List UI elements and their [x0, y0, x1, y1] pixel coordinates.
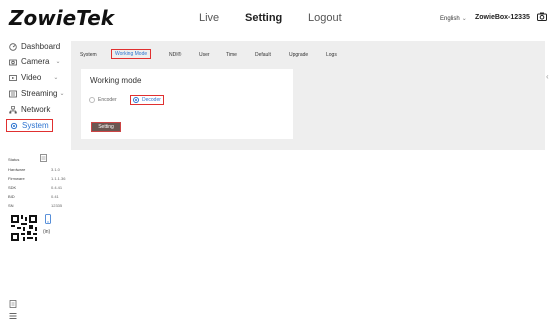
chevron-down-icon: ⌄ — [53, 75, 59, 81]
nav-setting[interactable]: Setting — [245, 12, 282, 24]
info-key: Firmware — [8, 176, 25, 181]
mobile-phone-icon[interactable] — [45, 214, 51, 224]
top-bar: ZowieTek Live Setting Logout English ⌄ Zo… — [0, 0, 554, 37]
info-key: SDK — [8, 185, 17, 190]
sidebar-item-label: Network — [21, 105, 51, 114]
tab-system[interactable]: System — [80, 52, 97, 58]
tab-logs[interactable]: Logs — [326, 52, 337, 58]
radio-decoder[interactable]: Decoder — [130, 95, 164, 105]
tab-time[interactable]: Time — [226, 52, 237, 58]
info-row-bid: BID 0.41 — [8, 194, 59, 199]
video-icon — [9, 74, 17, 81]
info-value: 0.4.41 — [51, 185, 63, 190]
camera-icon — [9, 59, 17, 65]
app-root: ZowieTek Live Setting Logout English ⌄ Zo… — [0, 0, 554, 324]
status-label: Status — [8, 157, 19, 162]
dashboard-icon — [9, 42, 17, 51]
tab-ndi[interactable]: NDI® — [169, 52, 181, 58]
tab-upgrade[interactable]: Upgrade — [289, 52, 308, 58]
nav-logout[interactable]: Logout — [308, 12, 342, 24]
sidebar-item-label: System — [22, 121, 49, 130]
sidebar-item-camera[interactable]: Camera ⌄ — [9, 56, 60, 67]
device-name: ZowieBox-12335 — [475, 14, 530, 21]
sidebar-item-network[interactable]: Network — [9, 104, 50, 115]
menu-icon[interactable] — [9, 312, 17, 320]
info-key: SN — [8, 203, 14, 208]
sidebar-item-label: Streaming — [21, 89, 58, 98]
info-value: 1.1.1.36 — [51, 176, 66, 181]
sidebar-item-system[interactable]: System — [6, 119, 53, 132]
radio-encoder[interactable]: Encoder — [89, 97, 117, 103]
chevron-down-icon: ⌄ — [461, 16, 467, 22]
sidebar-item-label: Camera — [21, 57, 50, 66]
sidebar-item-label: Dashboard — [21, 42, 61, 51]
status-title: Status — [8, 157, 20, 162]
sidebar-item-video[interactable]: Video ⌄ — [9, 72, 58, 83]
sidebar-item-dashboard[interactable]: Dashboard — [9, 41, 60, 52]
chevron-down-icon: ⌄ — [59, 91, 65, 97]
main-panel: System Working Mode NDI® User Time Defau… — [71, 41, 545, 150]
sidebar: Dashboard Camera ⌄ Video ⌄ Streaming ⌄ N… — [0, 37, 68, 324]
network-icon — [9, 105, 17, 113]
streaming-icon — [9, 90, 17, 97]
info-value: 12335 — [51, 203, 63, 208]
info-key: BID — [8, 194, 15, 199]
nav-live[interactable]: Live — [199, 12, 219, 24]
document-icon[interactable] — [9, 300, 17, 308]
info-row-sn: SN 12335 — [8, 203, 62, 208]
save-button[interactable]: Setting — [91, 122, 121, 132]
sidebar-item-label: Video — [21, 73, 42, 82]
logo: ZowieTek — [9, 6, 115, 30]
qr-label: (in) — [43, 229, 51, 235]
document-icon[interactable] — [40, 154, 47, 162]
radio-label: Decoder — [142, 97, 161, 103]
radio-button[interactable] — [89, 97, 95, 103]
sidebar-item-streaming[interactable]: Streaming ⌄ — [9, 88, 65, 99]
camera-icon[interactable] — [537, 12, 547, 21]
info-row-sdk: SDK 0.4.41 — [8, 185, 62, 190]
info-key: Hardware — [8, 167, 26, 172]
tab-default[interactable]: Default — [255, 52, 271, 58]
language-label: English — [440, 16, 460, 22]
chevron-down-icon: ⌄ — [55, 59, 61, 65]
radio-label: Encoder — [98, 97, 117, 103]
gear-icon — [10, 122, 18, 129]
tab-working-mode[interactable]: Working Mode — [111, 49, 152, 59]
info-row-firmware: Firmware 1.1.1.36 — [8, 176, 65, 181]
info-row-hardware: Hardware 3.1.0 — [8, 167, 60, 172]
collapse-handle-icon[interactable]: ‹ — [546, 72, 554, 84]
language-select[interactable]: English ⌄ — [440, 15, 467, 22]
radio-button-checked[interactable] — [133, 97, 139, 103]
working-mode-card: Working mode Encoder Decoder Setting — [81, 69, 293, 139]
info-value: 0.41 — [51, 194, 59, 199]
qr-code-icon — [11, 215, 37, 241]
tab-user[interactable]: User — [199, 52, 210, 58]
card-title: Working mode — [90, 76, 142, 85]
info-value: 3.1.0 — [51, 167, 60, 172]
